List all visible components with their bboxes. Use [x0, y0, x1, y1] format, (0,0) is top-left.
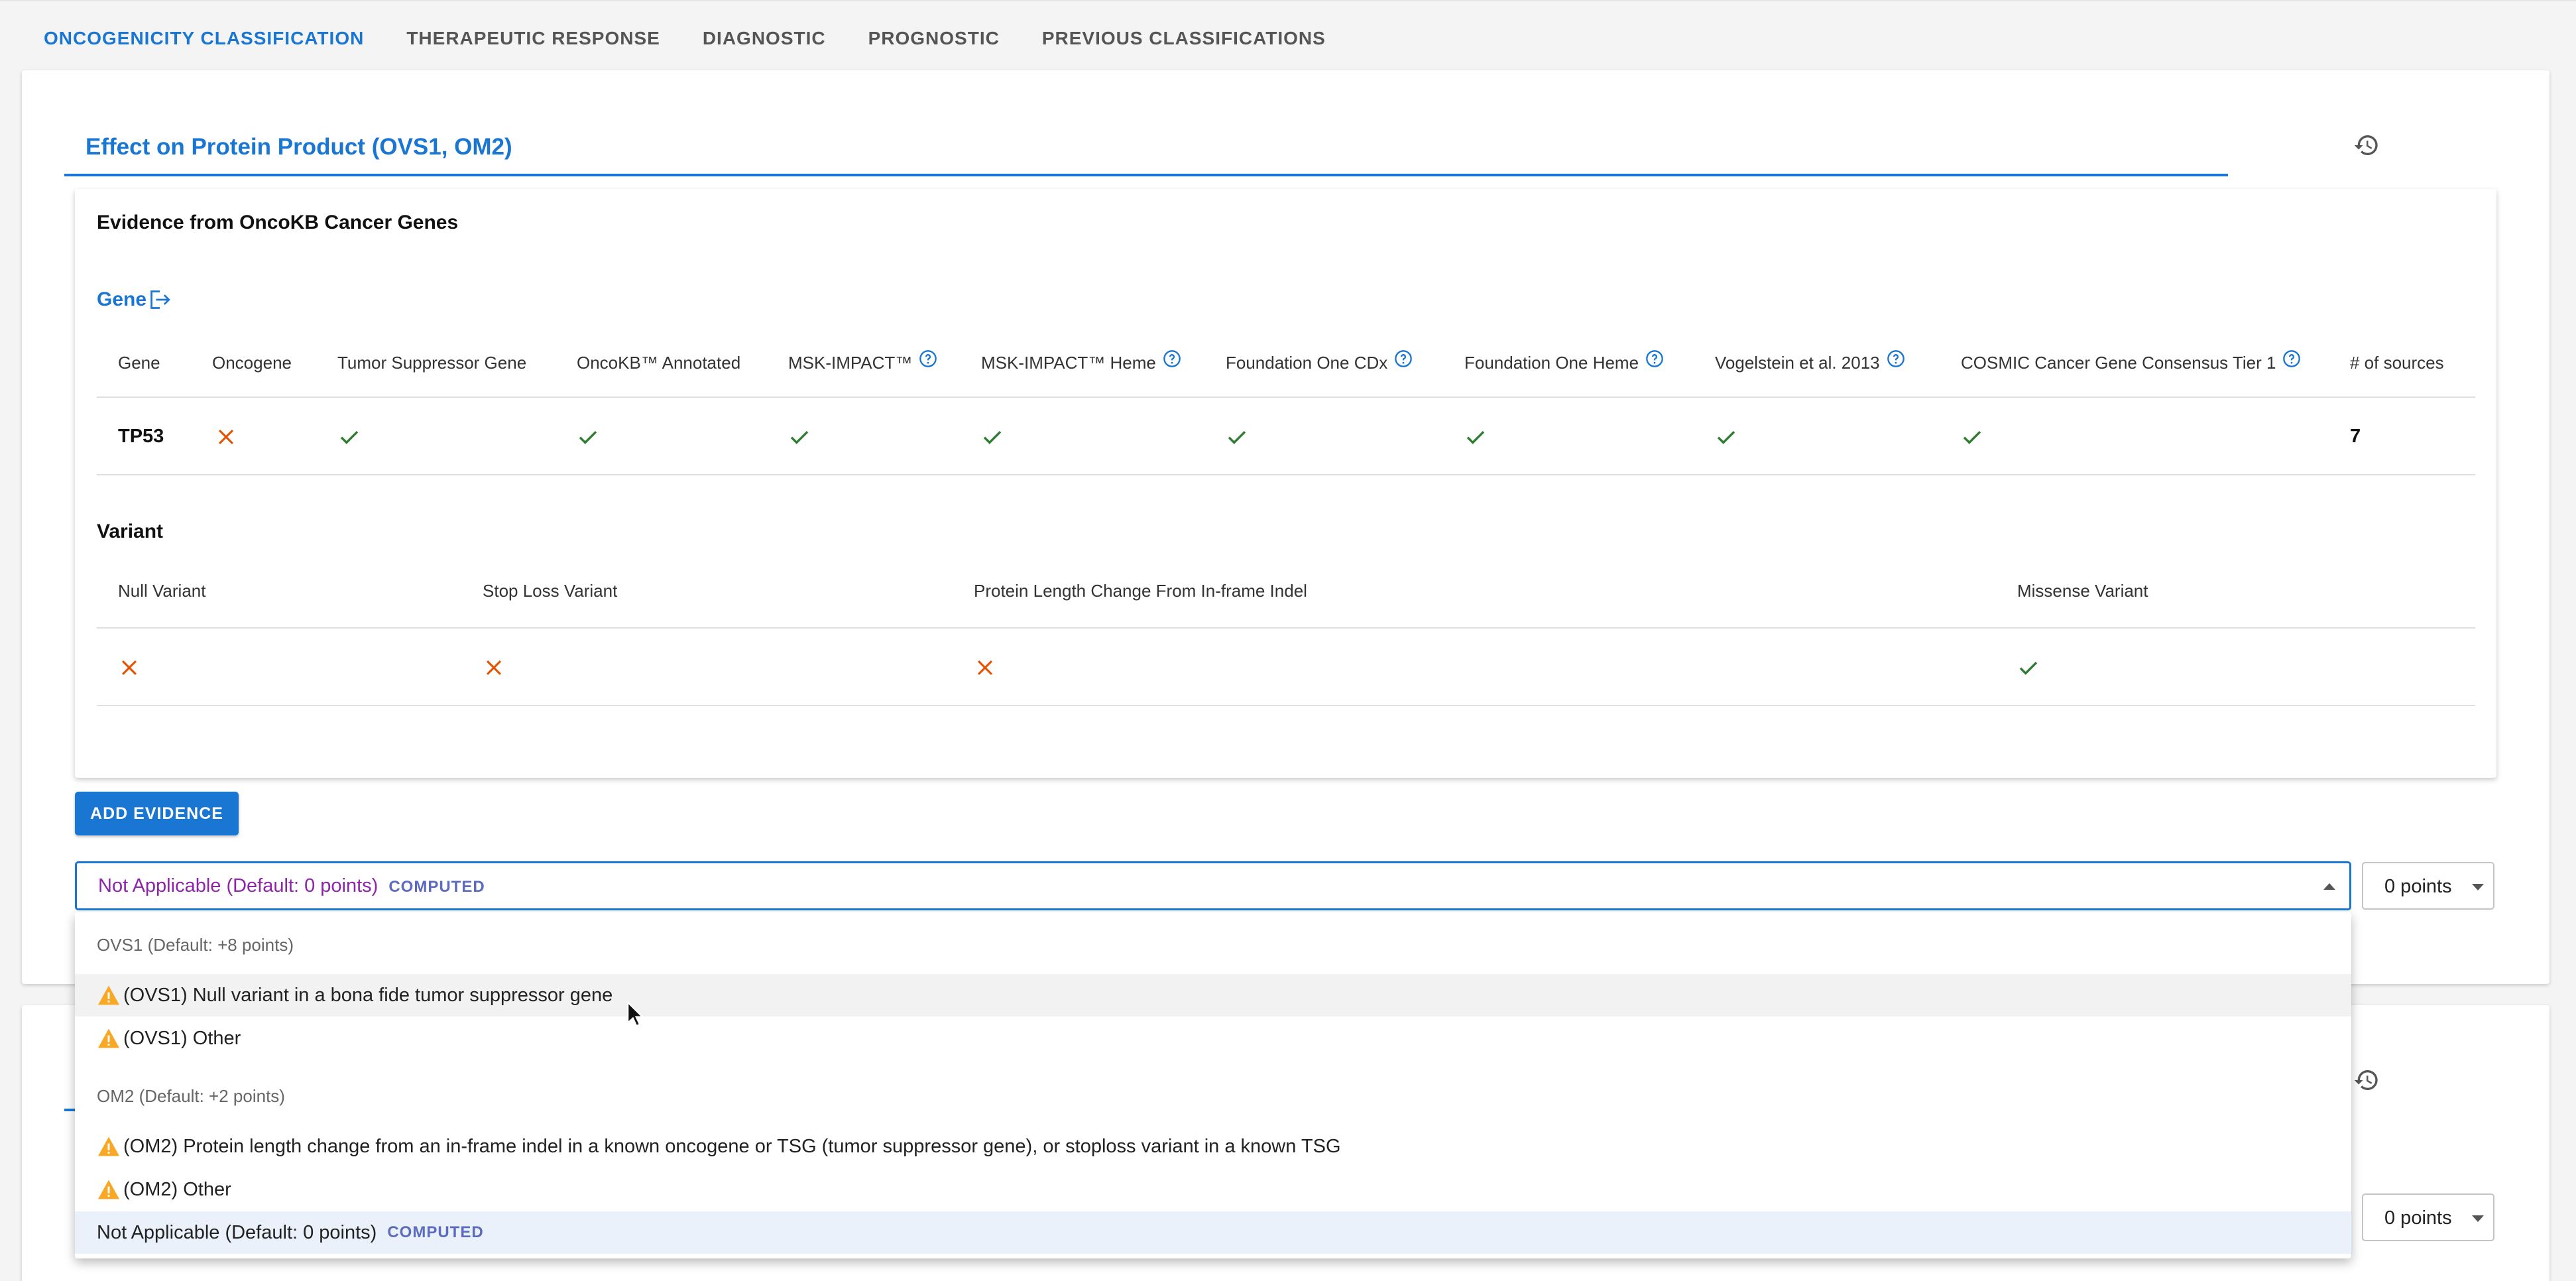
mouse-cursor-icon — [627, 1001, 644, 1027]
header-gene: Gene — [118, 353, 160, 373]
gene-link[interactable]: Gene — [97, 288, 172, 311]
computed-badge: COMPUTED — [388, 878, 485, 896]
second-points-select-value: 0 points — [2384, 1207, 2452, 1229]
dropdown-group-ovs1: OVS1 (Default: +8 points) — [97, 935, 294, 955]
option-ovs1-other[interactable]: (OVS1) Other — [75, 1017, 2351, 1060]
protein-length-cross-icon — [974, 629, 996, 706]
help-icon[interactable] — [1887, 349, 1905, 368]
caret-down-icon — [2472, 1215, 2484, 1222]
header-foundation-one-cdx-label: Foundation One CDx — [1226, 353, 1388, 373]
option-om2-other[interactable]: (OM2) Other — [75, 1168, 2351, 1211]
header-cosmic: COSMIC Cancer Gene Consensus Tier 1 — [1961, 328, 2301, 398]
header-foundation-one-heme: Foundation One Heme — [1464, 328, 1664, 398]
null-variant-cross-icon — [118, 629, 141, 706]
points-select[interactable]: 0 points — [2362, 862, 2494, 910]
table-row — [97, 629, 2475, 706]
selected-value-text: Not Applicable (Default: 0 points) — [98, 875, 379, 896]
tab-previous-classifications[interactable]: PREVIOUS CLASSIFICATIONS — [1042, 28, 1326, 49]
dropdown-group-om2: OM2 (Default: +2 points) — [97, 1086, 285, 1106]
gene-table: Gene Oncogene Tumor Suppressor Gene Onco… — [97, 328, 2475, 475]
computed-badge: COMPUTED — [387, 1223, 484, 1241]
section-title-bar: Effect on Protein Product (OVS1, OM2) — [64, 130, 2228, 176]
header-cosmic-label: COSMIC Cancer Gene Consensus Tier 1 — [1961, 353, 2276, 373]
header-msk-impact: MSK-IMPACT™ — [788, 328, 937, 398]
header-oncokb-annotated: OncoKB™ Annotated — [577, 353, 741, 373]
option-om2-protein-length-change[interactable]: (OM2) Protein length change from an in-f… — [75, 1125, 2351, 1168]
header-foundation-one-heme-label: Foundation One Heme — [1464, 353, 1639, 373]
header-msk-impact-heme-label: MSK-IMPACT™ Heme — [981, 353, 1156, 373]
missense-check-icon — [2017, 629, 2040, 706]
oncokb-annotated-check-icon — [577, 398, 599, 475]
top-tab-bar: ONCOGENICITY CLASSIFICATION THERAPEUTIC … — [0, 0, 2576, 70]
option-label: (OM2) Other — [123, 1178, 231, 1200]
gene-table-header: Gene Oncogene Tumor Suppressor Gene Onco… — [97, 328, 2475, 398]
header-oncogene: Oncogene — [212, 353, 292, 373]
variant-heading: Variant — [97, 520, 164, 542]
variant-table-header: Null Variant Stop Loss Variant Protein L… — [97, 554, 2475, 629]
caret-down-icon — [2472, 884, 2484, 890]
oncogene-cross-icon — [215, 398, 237, 475]
add-evidence-button[interactable]: ADD EVIDENCE — [75, 792, 239, 835]
header-protein-length-change: Protein Length Change From In-frame Inde… — [974, 581, 1307, 601]
classification-select[interactable]: Not Applicable (Default: 0 points) COMPUT… — [75, 861, 2351, 910]
msk-impact-check-icon — [788, 398, 811, 475]
header-msk-impact-label: MSK-IMPACT™ — [788, 353, 913, 373]
table-row: TP53 7 — [97, 398, 2475, 475]
gene-name-cell: TP53 — [118, 426, 164, 447]
header-vogelstein-label: Vogelstein et al. 2013 — [1715, 353, 1880, 373]
evidence-heading: Evidence from OncoKB Cancer Genes — [97, 212, 459, 233]
warning-icon — [98, 985, 119, 1005]
option-label: (OVS1) Null variant in a bona fide tumor… — [123, 984, 613, 1006]
option-ovs1-null-variant[interactable]: (OVS1) Null variant in a bona fide tumor… — [75, 974, 2351, 1016]
help-icon[interactable] — [1645, 349, 1664, 368]
history-button[interactable] — [2348, 1062, 2385, 1099]
variant-table: Null Variant Stop Loss Variant Protein L… — [97, 554, 2475, 706]
tsg-check-icon — [338, 398, 361, 475]
header-msk-impact-heme: MSK-IMPACT™ Heme — [981, 328, 1181, 398]
classification-tabs: ONCOGENICITY CLASSIFICATION THERAPEUTIC … — [44, 28, 1368, 49]
header-foundation-one-cdx: Foundation One CDx — [1226, 328, 1413, 398]
header-num-sources: # of sources — [2350, 353, 2444, 373]
external-link-icon — [150, 290, 170, 309]
header-missense-variant: Missense Variant — [2017, 581, 2148, 601]
foundation-one-heme-check-icon — [1464, 398, 1487, 475]
help-icon[interactable] — [2282, 349, 2301, 368]
warning-icon — [98, 1180, 119, 1199]
warning-icon — [98, 1136, 119, 1156]
points-select-value: 0 points — [2384, 876, 2452, 897]
section-title: Effect on Protein Product (OVS1, OM2) — [86, 134, 512, 160]
num-sources-cell: 7 — [2350, 426, 2361, 447]
classification-dropdown-menu: OVS1 (Default: +8 points) (OVS1) Null va… — [75, 912, 2351, 1258]
gene-link-label: Gene — [97, 288, 147, 310]
header-vogelstein: Vogelstein et al. 2013 — [1715, 328, 1905, 398]
history-button[interactable] — [2348, 127, 2385, 164]
tab-prognostic[interactable]: PROGNOSTIC — [868, 28, 1000, 49]
option-not-applicable[interactable]: Not Applicable (Default: 0 points) COMPU… — [75, 1211, 2351, 1254]
history-icon — [2354, 135, 2378, 155]
cosmic-check-icon — [1961, 398, 1983, 475]
foundation-one-cdx-check-icon — [1226, 398, 1248, 475]
warning-icon — [98, 1028, 119, 1048]
second-points-select[interactable]: 0 points — [2362, 1193, 2494, 1241]
header-null-variant: Null Variant — [118, 581, 206, 601]
history-icon — [2354, 1070, 2378, 1090]
header-stop-loss-variant: Stop Loss Variant — [483, 581, 618, 601]
help-icon[interactable] — [919, 349, 937, 368]
help-icon[interactable] — [1163, 349, 1181, 368]
option-label: (OVS1) Other — [123, 1027, 241, 1049]
tab-diagnostic[interactable]: DIAGNOSTIC — [703, 28, 826, 49]
help-icon[interactable] — [1394, 349, 1413, 368]
stop-loss-cross-icon — [483, 629, 505, 706]
option-label: Not Applicable (Default: 0 points) — [97, 1221, 377, 1243]
option-label: (OM2) Protein length change from an in-f… — [123, 1135, 1341, 1157]
evidence-card: Evidence from OncoKB Cancer Genes Gene G… — [75, 189, 2496, 778]
tab-oncogenicity-classification[interactable]: ONCOGENICITY CLASSIFICATION — [44, 28, 364, 49]
caret-up-icon — [2323, 883, 2335, 890]
vogelstein-check-icon — [1715, 398, 1737, 475]
msk-impact-heme-check-icon — [981, 398, 1004, 475]
header-tumor-suppressor-gene: Tumor Suppressor Gene — [337, 353, 527, 373]
tab-therapeutic-response[interactable]: THERAPEUTIC RESPONSE — [406, 28, 660, 49]
classification-select-value: Not Applicable (Default: 0 points) COMPUT… — [98, 875, 485, 897]
